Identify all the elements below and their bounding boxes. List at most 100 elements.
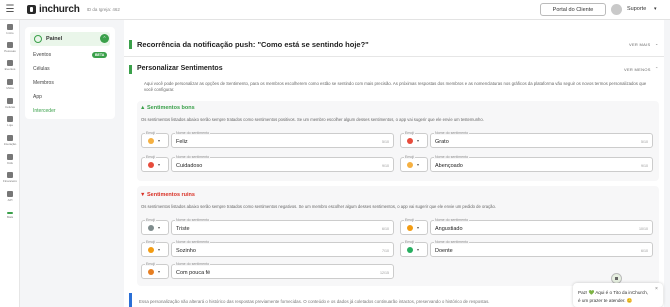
nav-label: Mais [6,215,14,219]
nav-label: Eventos [4,67,16,71]
emoji-select[interactable]: Emoji ▾ [141,262,169,279]
feeling-name-field[interactable]: Nome do sentimento Angustiado 10/10 [430,218,653,235]
chat-line: é um prazer te atender. 😊 [578,298,633,303]
field-legend: Nome do sentimento [175,262,211,266]
more-icon [7,212,13,214]
bad-feelings-card: ▼ Sentimentos ruins Os sentimentos lista… [137,186,659,286]
submenu-item-eventos[interactable]: Eventos [33,52,51,58]
submenu-item-interceder[interactable]: Interceder [33,108,56,114]
home-icon [7,24,13,30]
feeling-name-value: Cuidadoso [176,163,203,169]
hamburger-menu-icon[interactable]: ☰ [0,0,20,20]
field-legend: Nome do sentimento [434,155,470,159]
happy-emoji-icon [148,138,154,144]
nav-item-eventos[interactable]: Eventos [0,60,20,71]
logo-mark-icon [27,5,36,14]
emoji-legend: Emoji [145,155,156,159]
support-menu[interactable]: Suporte [627,6,646,12]
feeling-name-value: Triste [176,226,190,232]
chevron-down-icon[interactable]: ▾ [654,6,657,12]
nav-item-financeiro[interactable]: Financeiro [0,172,20,183]
feeling-name-value: Feliz [176,139,188,145]
emoji-select[interactable]: Emoji ▾ [141,218,169,235]
nav-item-midia[interactable]: Mídia [0,79,20,90]
field-legend: Nome do sentimento [434,131,470,135]
good-feelings-description: Os sentimentos listados abaixo serão sem… [141,117,484,122]
nav-item-api[interactable]: API [0,191,20,202]
feeling-name-value: Doente [435,248,453,254]
emoji-select[interactable]: Emoji ▾ [400,155,428,172]
kids-icon [7,154,13,160]
nav-item-kids[interactable]: Kids [0,154,20,165]
char-count: 7/10 [382,249,389,253]
emoji-select[interactable]: Emoji ▾ [400,240,428,257]
char-count: 9/10 [641,164,648,168]
submenu-item-app[interactable]: App [33,94,42,100]
emoji-select[interactable]: Emoji ▾ [141,131,169,148]
nav-label: Pessoas [4,49,16,53]
submenu-item-celulas[interactable]: Células [33,66,50,72]
feeling-name-value: Sozinho [176,248,196,254]
calendar-icon [7,60,13,66]
chevron-up-icon[interactable]: ⌃ [100,34,109,43]
chevron-up-icon[interactable]: ⌃ [655,66,659,71]
church-id: ID da Igreja: 462 [86,7,120,12]
personalize-description: Aqui você pode personalizar as opções de… [144,81,647,92]
thumbs-up-icon: ▲ [140,105,146,111]
emoji-select[interactable]: Emoji ▾ [400,218,428,235]
feeling-name-field[interactable]: Nome do sentimento Triste 6/10 [171,218,394,235]
chat-bubble[interactable]: Paz! 💚 Aqui é o Tito da inChurch, é um p… [573,283,663,307]
good-feelings-title: Sentimentos bons [147,105,195,111]
panel-submenu: Painel ⌃ Eventos BETA Células Membros Ap… [25,27,115,119]
portal-cliente-button[interactable]: Portal do Cliente [540,3,606,16]
feeling-name-field[interactable]: Nome do sentimento Doente 6/10 [430,240,653,257]
nav-label: Mídia [6,86,14,90]
avatar[interactable] [611,4,622,15]
see-more-button[interactable]: VER MAIS [629,42,651,47]
close-icon[interactable]: × [655,286,658,292]
nav-item-loja[interactable]: Loja [0,116,20,127]
chevron-down-icon: ▾ [158,138,161,143]
nav-item-mais[interactable]: Mais [0,210,20,219]
feeling-name-field[interactable]: Nome do sentimento Com pouca fé 12/15 [171,262,394,279]
feeling-name-field[interactable]: Nome do sentimento Abençoado 9/10 [430,155,653,172]
nav-label: Interação [3,142,17,146]
logo-text: inchurch [39,4,80,15]
emoji-legend: Emoji [404,155,415,159]
nav-item-interacao[interactable]: Interação [0,135,20,146]
chevron-down-icon: ▾ [158,225,161,230]
char-count: 5/10 [641,140,648,144]
nav-label: API [7,198,13,202]
nav-label: Kids [7,161,13,165]
chat-line: Paz! 💚 Aqui é o Tito da inChurch, [578,290,649,295]
submenu-item-membros[interactable]: Membros [33,80,54,86]
bad-feelings-title: Sentimentos ruins [147,192,195,198]
chevron-down-icon[interactable]: ⌄ [655,41,659,46]
nav-item-celulas[interactable]: Células [0,98,20,109]
chevron-down-icon: ▾ [158,269,161,274]
char-count: 10/10 [639,227,648,231]
people-icon [7,42,13,48]
char-count: 6/10 [641,249,648,253]
emoji-select[interactable]: Emoji ▾ [141,155,169,172]
little-faith-emoji-icon [148,269,154,275]
see-less-button[interactable]: VER MENOS [624,67,651,72]
chevron-down-icon: ▾ [417,247,420,252]
submenu-header[interactable]: Painel ⌃ [30,32,110,46]
nav-label: Financeiro [2,179,17,183]
api-icon [7,191,13,197]
emoji-select[interactable]: Emoji ▾ [141,240,169,257]
divider [124,56,664,57]
feeling-name-value: Angustiado [435,226,463,232]
logo[interactable]: inchurch [27,4,80,15]
char-count: 6/10 [382,227,389,231]
feeling-name-field[interactable]: Nome do sentimento Feliz 5/10 [171,131,394,148]
nav-item-inicio[interactable]: Início [0,24,20,35]
feeling-name-field[interactable]: Nome do sentimento Sozinho 7/10 [171,240,394,257]
emoji-legend: Emoji [404,131,415,135]
nav-item-pessoas[interactable]: Pessoas [0,42,20,53]
feeling-name-field[interactable]: Nome do sentimento Cuidadoso 9/10 [171,155,394,172]
char-count: 5/10 [382,140,389,144]
feeling-name-field[interactable]: Nome do sentimento Grato 5/10 [430,131,653,148]
emoji-select[interactable]: Emoji ▾ [400,131,428,148]
